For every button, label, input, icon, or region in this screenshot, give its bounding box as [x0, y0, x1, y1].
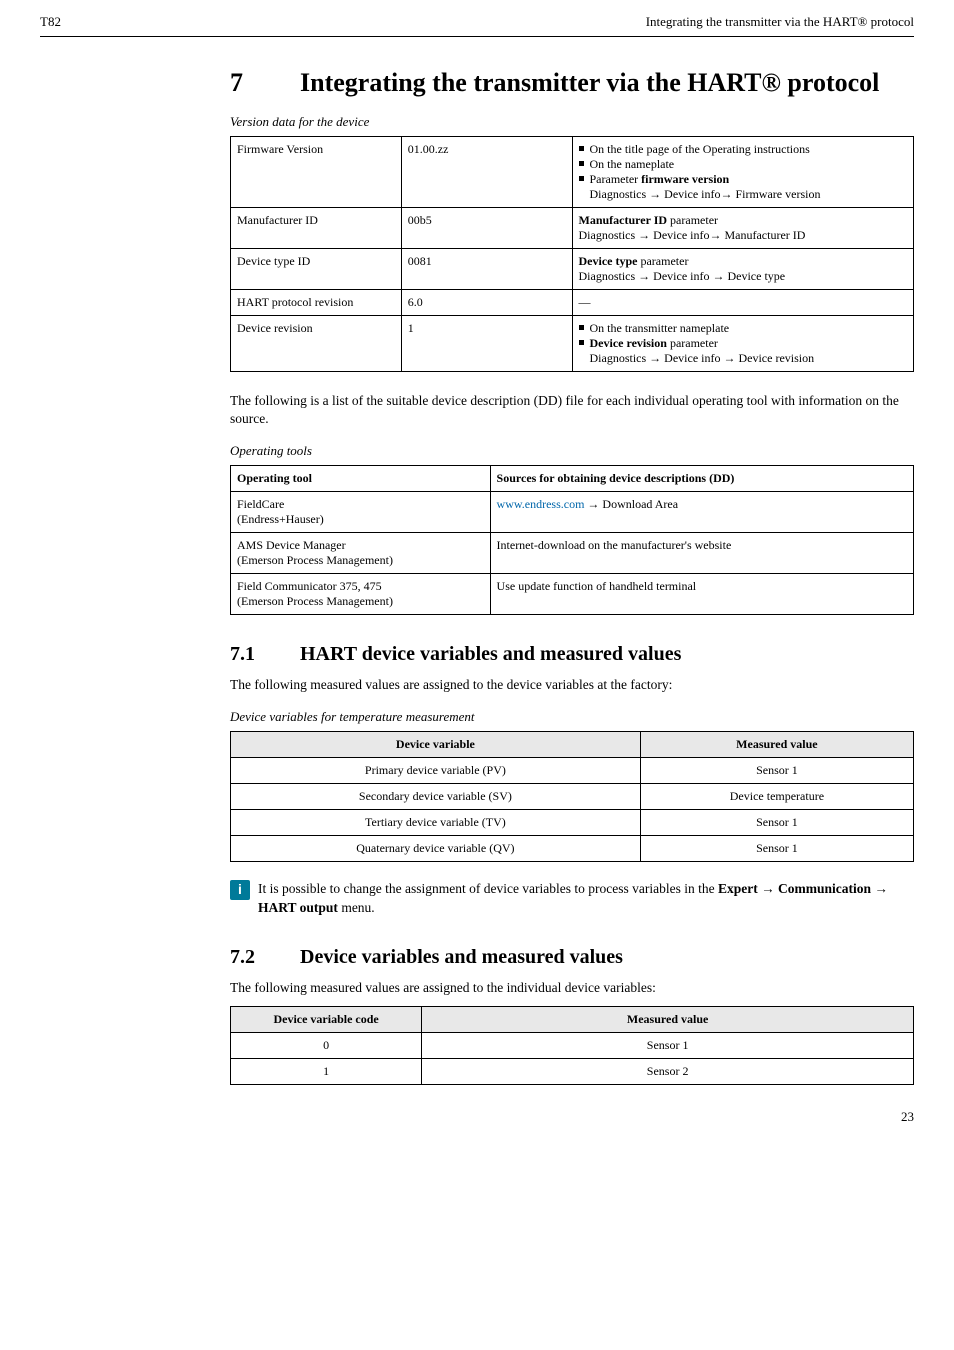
- device-vars-caption: Device variables for temperature measure…: [230, 709, 914, 725]
- chapter-number: 7: [230, 68, 300, 98]
- cell: HART protocol revision: [231, 289, 402, 315]
- table-row: Device type ID 0081 Device type paramete…: [231, 248, 914, 289]
- section-number: 7.1: [230, 643, 300, 666]
- bullet: Device revision parameterDiagnostics → D…: [579, 336, 908, 366]
- download-link[interactable]: www.endress.com: [497, 497, 585, 511]
- table-row: 0Sensor 1: [231, 1032, 914, 1058]
- cell: 01.00.zz: [401, 136, 572, 207]
- cell: On the transmitter nameplate Device revi…: [572, 315, 914, 371]
- cell: Sensor 1: [640, 836, 913, 862]
- cell: FieldCare(Endress+Hauser): [231, 492, 491, 533]
- section-title: Device variables and measured values: [300, 946, 623, 969]
- col-header: Device variable code: [231, 1006, 422, 1032]
- table-row: HART protocol revision 6.0 —: [231, 289, 914, 315]
- cell: Use update function of handheld terminal: [490, 574, 913, 615]
- cell: AMS Device Manager(Emerson Process Manag…: [231, 533, 491, 574]
- col-header: Operating tool: [231, 466, 491, 492]
- bullet: On the title page of the Operating instr…: [579, 142, 908, 157]
- cell: Tertiary device variable (TV): [231, 810, 641, 836]
- operating-tools-table: Operating tool Sources for obtaining dev…: [230, 465, 914, 615]
- table-header-row: Operating tool Sources for obtaining dev…: [231, 466, 914, 492]
- dd-intro-text: The following is a list of the suitable …: [230, 392, 914, 430]
- info-icon: i: [230, 880, 250, 900]
- col-header: Measured value: [640, 732, 913, 758]
- cell: Secondary device variable (SV): [231, 784, 641, 810]
- bullet: On the nameplate: [579, 157, 908, 172]
- info-note: i It is possible to change the assignmen…: [230, 880, 914, 918]
- version-table-caption: Version data for the device: [230, 114, 914, 130]
- table-row: Quaternary device variable (QV)Sensor 1: [231, 836, 914, 862]
- cell: Manufacturer ID: [231, 207, 402, 248]
- section-7-2-heading: 7.2 Device variables and measured values: [230, 946, 914, 969]
- cell: Sensor 2: [422, 1058, 914, 1084]
- cell: 6.0: [401, 289, 572, 315]
- table-header-row: Device variable Measured value: [231, 732, 914, 758]
- cell: Firmware Version: [231, 136, 402, 207]
- cell: 0: [231, 1032, 422, 1058]
- col-header: Device variable: [231, 732, 641, 758]
- info-text: It is possible to change the assignment …: [258, 880, 914, 918]
- cell: Device revision: [231, 315, 402, 371]
- cell: 1: [231, 1058, 422, 1084]
- sec71-intro: The following measured values are assign…: [230, 676, 914, 695]
- table-row: Tertiary device variable (TV)Sensor 1: [231, 810, 914, 836]
- operating-tools-caption: Operating tools: [230, 443, 914, 459]
- header-right: Integrating the transmitter via the HART…: [646, 14, 914, 30]
- sec72-intro: The following measured values are assign…: [230, 979, 914, 998]
- section-title: HART device variables and measured value…: [300, 643, 681, 666]
- table-header-row: Device variable code Measured value: [231, 1006, 914, 1032]
- section-7-1-heading: 7.1 HART device variables and measured v…: [230, 643, 914, 666]
- cell: Sensor 1: [422, 1032, 914, 1058]
- cell: Primary device variable (PV): [231, 758, 641, 784]
- cell: Internet-download on the manufacturer's …: [490, 533, 913, 574]
- col-header: Measured value: [422, 1006, 914, 1032]
- table-row: 1Sensor 2: [231, 1058, 914, 1084]
- cell: Quaternary device variable (QV): [231, 836, 641, 862]
- table-row: FieldCare(Endress+Hauser) www.endress.co…: [231, 492, 914, 533]
- cell: —: [572, 289, 914, 315]
- device-variable-code-table: Device variable code Measured value 0Sen…: [230, 1006, 914, 1085]
- table-row: Primary device variable (PV)Sensor 1: [231, 758, 914, 784]
- table-row: AMS Device Manager(Emerson Process Manag…: [231, 533, 914, 574]
- table-row: Firmware Version 01.00.zz On the title p…: [231, 136, 914, 207]
- col-header: Sources for obtaining device description…: [490, 466, 913, 492]
- cell: www.endress.com → Download Area: [490, 492, 913, 533]
- chapter-title: Integrating the transmitter via the HART…: [300, 67, 879, 100]
- version-table: Firmware Version 01.00.zz On the title p…: [230, 136, 914, 372]
- header-left: T82: [40, 14, 61, 30]
- bullet: Parameter firmware versionDiagnostics → …: [579, 172, 908, 202]
- page-number: 23: [40, 1109, 914, 1125]
- device-variables-table: Device variable Measured value Primary d…: [230, 731, 914, 862]
- cell: 1: [401, 315, 572, 371]
- bullet: On the transmitter nameplate: [579, 321, 908, 336]
- cell: Device type ID: [231, 248, 402, 289]
- cell: Device temperature: [640, 784, 913, 810]
- table-row: Field Communicator 375, 475(Emerson Proc…: [231, 574, 914, 615]
- table-row: Device revision 1 On the transmitter nam…: [231, 315, 914, 371]
- cell: Device type parameterDiagnostics → Devic…: [572, 248, 914, 289]
- table-row: Manufacturer ID 00b5 Manufacturer ID par…: [231, 207, 914, 248]
- page-header: T82 Integrating the transmitter via the …: [40, 0, 914, 37]
- cell: 00b5: [401, 207, 572, 248]
- table-row: Secondary device variable (SV)Device tem…: [231, 784, 914, 810]
- section-number: 7.2: [230, 946, 300, 969]
- cell: Field Communicator 375, 475(Emerson Proc…: [231, 574, 491, 615]
- cell: Sensor 1: [640, 810, 913, 836]
- cell: 0081: [401, 248, 572, 289]
- cell: Sensor 1: [640, 758, 913, 784]
- cell: On the title page of the Operating instr…: [572, 136, 914, 207]
- chapter-heading: 7 Integrating the transmitter via the HA…: [230, 67, 914, 100]
- cell: Manufacturer ID parameterDiagnostics → D…: [572, 207, 914, 248]
